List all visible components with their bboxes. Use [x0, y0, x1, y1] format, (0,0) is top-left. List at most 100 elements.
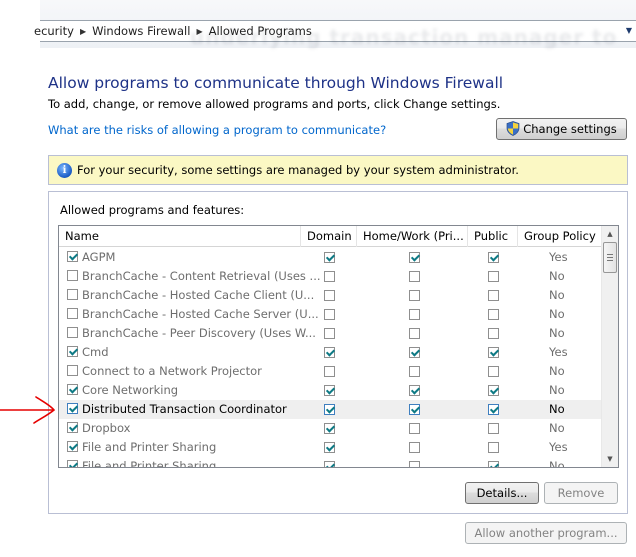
- domain-checkbox[interactable]: [324, 461, 335, 467]
- table-row[interactable]: AGPM Yes: [59, 248, 603, 267]
- column-header-group-policy[interactable]: Group Policy: [518, 226, 603, 247]
- public-checkbox[interactable]: [488, 404, 499, 415]
- program-name: BranchCache - Hosted Cache Client (U...: [67, 288, 314, 302]
- public-checkbox[interactable]: [488, 290, 499, 301]
- table-row[interactable]: BranchCache - Hosted Cache Server (U... N…: [59, 305, 603, 324]
- breadcrumb: ecurity ▶ Windows Firewall ▶ Allowed Program…: [34, 24, 312, 38]
- program-name-label: Core Networking: [82, 383, 179, 397]
- table-row[interactable]: Dropbox No: [59, 419, 603, 438]
- home-work-checkbox[interactable]: [409, 290, 420, 301]
- group-policy-value: No: [549, 383, 565, 397]
- public-checkbox[interactable]: [488, 385, 499, 396]
- table-row[interactable]: File and Printer Sharing No: [59, 457, 603, 467]
- details-button[interactable]: Details...: [465, 482, 539, 504]
- enabled-checkbox[interactable]: [67, 365, 78, 376]
- public-checkbox[interactable]: [488, 252, 499, 263]
- allow-another-program-button[interactable]: Allow another program...: [465, 522, 627, 544]
- public-checkbox[interactable]: [488, 271, 499, 282]
- address-bar[interactable]: underlying transaction manager to ecurit…: [34, 20, 636, 49]
- home-work-checkbox[interactable]: [409, 328, 420, 339]
- info-bar-text: For your security, some settings are man…: [77, 163, 519, 177]
- breadcrumb-separator-icon[interactable]: ▶: [196, 27, 202, 36]
- public-checkbox[interactable]: [488, 328, 499, 339]
- enabled-checkbox[interactable]: [67, 308, 78, 319]
- table-row[interactable]: Cmd Yes: [59, 343, 603, 362]
- public-checkbox[interactable]: [488, 366, 499, 377]
- domain-checkbox[interactable]: [324, 423, 335, 434]
- table-row[interactable]: File and Printer Sharing Yes: [59, 438, 603, 457]
- home-work-checkbox[interactable]: [409, 366, 420, 377]
- program-name-label: BranchCache - Hosted Cache Server (U...: [82, 307, 319, 321]
- programs-list[interactable]: Name Domain Home/Work (Pri... Public Gro…: [58, 225, 619, 468]
- program-name-label: Dropbox: [82, 421, 131, 435]
- domain-checkbox[interactable]: [324, 385, 335, 396]
- column-header-domain[interactable]: Domain: [301, 226, 357, 247]
- public-checkbox[interactable]: [488, 461, 499, 467]
- column-header-name[interactable]: Name: [59, 226, 301, 247]
- column-header-public[interactable]: Public: [468, 226, 518, 247]
- group-policy-value: No: [549, 364, 565, 378]
- uac-shield-icon: [506, 121, 520, 136]
- info-icon: i: [57, 163, 72, 178]
- red-arrow-annotation: [0, 396, 56, 424]
- program-name-label: Distributed Transaction Coordinator: [82, 402, 287, 416]
- domain-checkbox[interactable]: [324, 366, 335, 377]
- home-work-checkbox[interactable]: [409, 347, 420, 358]
- enabled-checkbox[interactable]: [67, 460, 78, 467]
- domain-checkbox[interactable]: [324, 347, 335, 358]
- breadcrumb-security[interactable]: ecurity: [34, 24, 74, 38]
- home-work-checkbox[interactable]: [409, 423, 420, 434]
- scroll-down-icon[interactable]: ▼: [602, 451, 618, 467]
- address-dropdown-icon[interactable]: ▼: [624, 26, 634, 36]
- scroll-thumb[interactable]: [603, 242, 617, 273]
- enabled-checkbox[interactable]: [67, 384, 78, 395]
- group-policy-value: No: [549, 402, 565, 416]
- enabled-checkbox[interactable]: [67, 270, 78, 281]
- breadcrumb-separator-icon[interactable]: ▶: [80, 27, 86, 36]
- home-work-checkbox[interactable]: [409, 442, 420, 453]
- table-row[interactable]: Connect to a Network Projector No: [59, 362, 603, 381]
- domain-checkbox[interactable]: [324, 252, 335, 263]
- remove-button[interactable]: Remove: [544, 482, 618, 504]
- enabled-checkbox[interactable]: [67, 327, 78, 338]
- allowed-programs-label: Allowed programs and features:: [60, 203, 245, 217]
- enabled-checkbox[interactable]: [67, 346, 78, 357]
- public-checkbox[interactable]: [488, 442, 499, 453]
- home-work-checkbox[interactable]: [409, 385, 420, 396]
- table-row[interactable]: Core Networking No: [59, 381, 603, 400]
- table-row[interactable]: BranchCache - Peer Discovery (Uses W... N…: [59, 324, 603, 343]
- enabled-checkbox[interactable]: [67, 441, 78, 452]
- public-checkbox[interactable]: [488, 347, 499, 358]
- enabled-checkbox[interactable]: [67, 251, 78, 262]
- home-work-checkbox[interactable]: [409, 252, 420, 263]
- home-work-checkbox[interactable]: [409, 271, 420, 282]
- allowed-programs-group: Allowed programs and features: Name Doma…: [48, 191, 628, 514]
- domain-checkbox[interactable]: [324, 271, 335, 282]
- enabled-checkbox[interactable]: [67, 289, 78, 300]
- table-row[interactable]: Distributed Transaction Coordinator No: [59, 400, 603, 419]
- program-name: File and Printer Sharing: [67, 440, 216, 454]
- domain-checkbox[interactable]: [324, 442, 335, 453]
- breadcrumb-windows-firewall[interactable]: Windows Firewall: [92, 24, 190, 38]
- domain-checkbox[interactable]: [324, 328, 335, 339]
- risks-link[interactable]: What are the risks of allowing a program…: [48, 123, 386, 137]
- public-checkbox[interactable]: [488, 309, 499, 320]
- home-work-checkbox[interactable]: [409, 461, 420, 467]
- breadcrumb-allowed-programs[interactable]: Allowed Programs: [209, 24, 312, 38]
- program-name: BranchCache - Content Retrieval (Uses ..…: [67, 269, 321, 283]
- info-bar: i For your security, some settings are m…: [48, 155, 628, 185]
- enabled-checkbox[interactable]: [67, 422, 78, 433]
- domain-checkbox[interactable]: [324, 290, 335, 301]
- table-row[interactable]: BranchCache - Content Retrieval (Uses ..…: [59, 267, 603, 286]
- enabled-checkbox[interactable]: [67, 403, 78, 414]
- scroll-up-icon[interactable]: ▲: [602, 226, 618, 242]
- table-row[interactable]: BranchCache - Hosted Cache Client (U... N…: [59, 286, 603, 305]
- home-work-checkbox[interactable]: [409, 404, 420, 415]
- home-work-checkbox[interactable]: [409, 309, 420, 320]
- domain-checkbox[interactable]: [324, 404, 335, 415]
- public-checkbox[interactable]: [488, 423, 499, 434]
- column-header-home-work[interactable]: Home/Work (Pri...: [357, 226, 468, 247]
- vertical-scrollbar[interactable]: ▲ ▼: [601, 226, 618, 467]
- domain-checkbox[interactable]: [324, 309, 335, 320]
- change-settings-button[interactable]: Change settings: [496, 118, 627, 140]
